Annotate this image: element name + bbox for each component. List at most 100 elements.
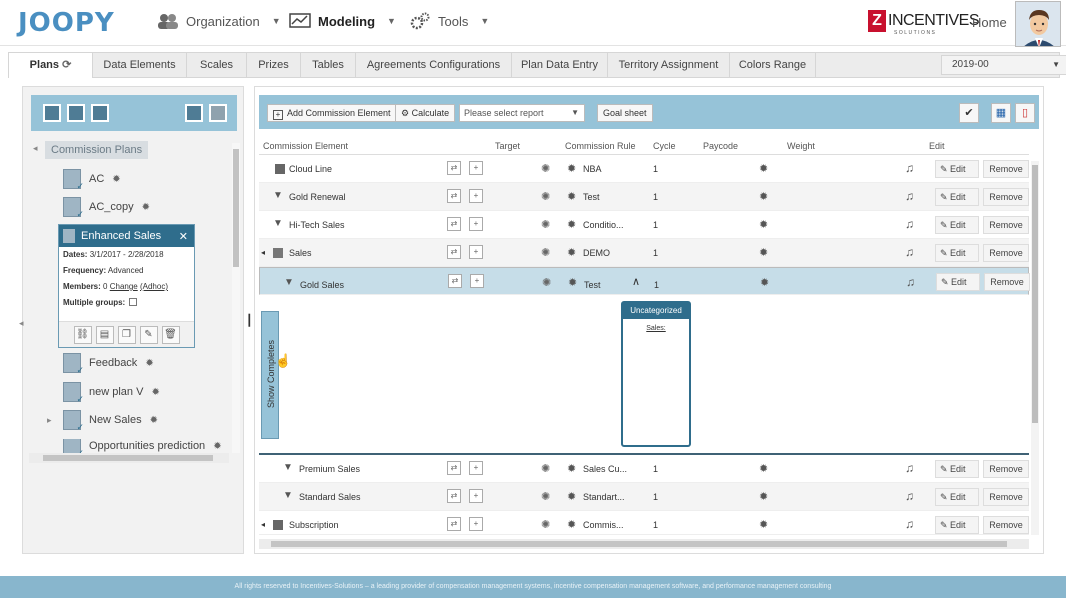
gear-icon[interactable]: ✹	[213, 441, 221, 452]
col-paycode[interactable]: Paycode	[703, 141, 738, 151]
chevron-up-icon[interactable]: ∧	[632, 274, 640, 290]
bell-icon[interactable]: ♫	[905, 161, 914, 175]
nav-modeling[interactable]: Modeling ▼	[288, 12, 396, 30]
collapse-row-icon[interactable]: ◂	[261, 520, 265, 529]
target-icon[interactable]: ✺	[541, 190, 550, 203]
remove-button[interactable]: Remove	[983, 488, 1029, 506]
gear-icon[interactable]: ✹	[112, 174, 120, 185]
edit-button[interactable]: ✎ Edit	[935, 516, 979, 534]
tree-item-ac-copy[interactable]: AC_copy ✹	[63, 197, 150, 220]
scroll-thumb[interactable]	[1032, 165, 1038, 423]
gear-icon[interactable]: ✹	[145, 358, 153, 369]
remove-button[interactable]: Remove	[983, 160, 1029, 178]
edit-button[interactable]: ✎ Edit	[935, 488, 979, 506]
scroll-thumb[interactable]	[43, 455, 213, 461]
bell-icon[interactable]: ♫	[905, 217, 914, 231]
goal-sheet-button[interactable]: Goal sheet	[597, 104, 653, 122]
tab-scales[interactable]: Scales	[187, 53, 247, 78]
pencil-icon[interactable]: ✎	[139, 325, 158, 344]
tab-plan-data-entry[interactable]: Plan Data Entry	[512, 53, 608, 78]
gear-icon[interactable]: ✹	[142, 202, 150, 213]
paycode-icon[interactable]: ✹	[759, 462, 768, 475]
tab-agreements-configurations[interactable]: Agreements Configurations	[356, 53, 512, 78]
pdf-export-icon[interactable]: ▯	[1015, 103, 1035, 123]
tree-item-new-plan-v[interactable]: new plan V ✹	[63, 382, 160, 405]
grid-vertical-scrollbar[interactable]	[1031, 161, 1039, 535]
close-icon[interactable]: ✕	[179, 230, 188, 243]
edit-button[interactable]: ✎ Edit	[935, 216, 979, 234]
tab-data-elements[interactable]: Data Elements	[93, 53, 187, 78]
remove-button[interactable]: Remove	[983, 188, 1029, 206]
edit-button[interactable]: ✎ Edit	[935, 160, 979, 178]
paycode-icon[interactable]: ✹	[759, 218, 768, 231]
tab-tables[interactable]: Tables	[301, 53, 356, 78]
tab-plans[interactable]: Plans ⟳	[9, 53, 93, 78]
edit-button[interactable]: ✎ Edit	[935, 188, 979, 206]
bell-icon[interactable]: ♫	[905, 189, 914, 203]
target-icon[interactable]: ✺	[542, 275, 551, 291]
change-link[interactable]: Change	[110, 282, 138, 291]
linked-element-icon[interactable]: ⇄	[447, 517, 461, 531]
col-commission-rule[interactable]: Commission Rule	[565, 141, 636, 151]
col-edit[interactable]: Edit	[929, 141, 945, 151]
edit-button[interactable]: ✎ Edit	[936, 273, 980, 291]
tree-item-ac[interactable]: AC ✹	[63, 169, 121, 192]
remove-button[interactable]: Remove	[984, 273, 1030, 291]
gear-icon[interactable]: ✹	[151, 387, 159, 398]
document-icon[interactable]: ▤	[95, 325, 114, 344]
tree-item-new-sales[interactable]: New Sales ✹	[63, 410, 158, 433]
remove-button[interactable]: Remove	[983, 216, 1029, 234]
tree-root-commission-plans[interactable]: Commission Plans	[45, 141, 149, 159]
target-icon[interactable]: ✺	[541, 218, 550, 231]
edit-plan-icon[interactable]	[67, 104, 85, 122]
collapse-icon[interactable]: ◂	[33, 143, 38, 154]
paycode-icon[interactable]: ✹	[759, 162, 768, 175]
col-commission-element[interactable]: Commission Element	[263, 141, 348, 151]
bell-icon[interactable]: ♫	[905, 489, 914, 503]
copy-icon[interactable]: ❐	[117, 325, 136, 344]
add-icon[interactable]: +	[469, 217, 483, 231]
linked-element-icon[interactable]: ⇄	[447, 489, 461, 503]
scroll-thumb[interactable]	[271, 541, 1007, 547]
target-icon[interactable]: ✺	[541, 518, 550, 531]
calculate-button[interactable]: ⚙ Calculate	[395, 104, 456, 122]
tab-prizes[interactable]: Prizes	[247, 53, 301, 78]
paycode-icon[interactable]: ✹	[759, 190, 768, 203]
linked-element-icon[interactable]: ⇄	[447, 245, 461, 259]
table-row[interactable]: ▼ Gold Renewal ⇄ + ✺ ✹ Test 1 ✹ ♫ ✎ Edit…	[259, 183, 1029, 211]
target-icon[interactable]: ✺	[541, 162, 550, 175]
linked-element-icon[interactable]: ⇄	[447, 461, 461, 475]
adhoc-link[interactable]: (Adhoc)	[140, 282, 168, 291]
left-splitter-handle[interactable]: ◂	[19, 318, 24, 329]
joopy-logo[interactable]: JOOPY	[18, 8, 115, 38]
add-icon[interactable]: +	[469, 161, 483, 175]
copy-plan-icon[interactable]	[91, 104, 109, 122]
remove-button[interactable]: Remove	[983, 244, 1029, 262]
table-row[interactable]: ◂ Subscription ⇄ + ✺ ✹ Commis... 1 ✹ ♫ ✎…	[259, 511, 1029, 535]
remove-button[interactable]: Remove	[983, 460, 1029, 478]
export-plan-icon[interactable]	[209, 104, 227, 122]
target-icon[interactable]: ✺	[541, 490, 550, 503]
target-icon[interactable]: ✺	[541, 462, 550, 475]
home-link[interactable]: Home	[972, 15, 1007, 30]
trash-icon[interactable]: 🗑	[161, 325, 180, 344]
col-cycle[interactable]: Cycle	[653, 141, 676, 151]
nav-tools[interactable]: Tools ▼	[408, 12, 489, 30]
collapse-row-icon[interactable]: ◂	[261, 248, 265, 257]
paycode-icon[interactable]: ✹	[759, 490, 768, 503]
uncategorized-card[interactable]: Uncategorized Sales:	[621, 301, 691, 447]
table-row[interactable]: ▼ Premium Sales ⇄ + ✺ ✹ Sales Cu... 1 ✹ …	[259, 455, 1029, 483]
table-row[interactable]: ◂ Sales ⇄ + ✺ ✹ DEMO 1 ✹ ♫ ✎ Edit Remove	[259, 239, 1029, 267]
edit-button[interactable]: ✎ Edit	[935, 244, 979, 262]
gear-icon[interactable]: ✹	[150, 415, 158, 426]
add-icon[interactable]: +	[469, 245, 483, 259]
add-commission-element-button[interactable]: + Add Commission Element	[267, 104, 397, 122]
bell-icon[interactable]: ♫	[905, 517, 914, 531]
nav-organization[interactable]: Organization ▼	[156, 12, 281, 30]
table-row[interactable]: ▼ Standard Sales ⇄ + ✺ ✹ Standart... 1 ✹…	[259, 483, 1029, 511]
linked-element-icon[interactable]: ⇄	[447, 189, 461, 203]
multiple-groups-checkbox[interactable]	[129, 298, 138, 306]
tree-horizontal-scrollbar[interactable]	[29, 453, 229, 463]
panel-splitter-handle[interactable]: ┃	[246, 314, 253, 327]
year-select[interactable]: 2019-00 ▼	[941, 55, 1066, 75]
